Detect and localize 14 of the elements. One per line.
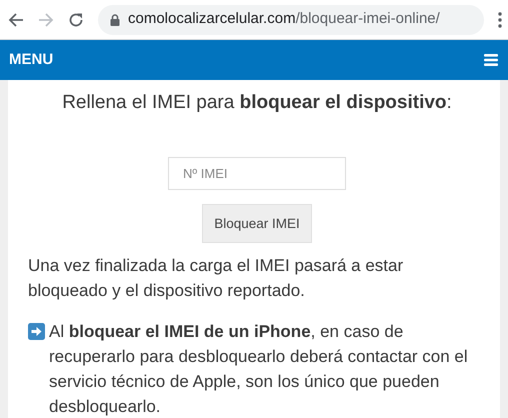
more-icon[interactable] (498, 12, 502, 28)
lock-icon (110, 14, 120, 26)
address-bar[interactable]: comolocalizarcelular.com/bloquear-imei-online/ (98, 4, 484, 34)
url-domain: comolocalizarcelular.com (128, 10, 296, 28)
back-icon[interactable] (8, 12, 24, 28)
imei-field[interactable]: Nº IMEI (168, 157, 346, 190)
paragraph: Una vez finalizada la carga el IMEI pasará a estar bloqueado y el dispositivo reportado. (28, 256, 404, 300)
paragraph: Al bloquear el IMEI de un iPhone, en caso de recuperarlo para desbloquearlo deberá contactar con el servicio técnico de Apple, son los único que pueden desbloquearlo. (49, 321, 469, 418)
menu-label[interactable]: MENU (9, 48, 54, 72)
reload-icon[interactable] (68, 12, 84, 28)
form-heading: Rellena el IMEI para bloquear el dispositivo: (61, 91, 453, 115)
menu-icon[interactable] (484, 54, 498, 66)
url-path: /bloquear-imei-online/ (296, 10, 440, 28)
block-imei-button[interactable]: Bloquear IMEI (202, 204, 312, 243)
